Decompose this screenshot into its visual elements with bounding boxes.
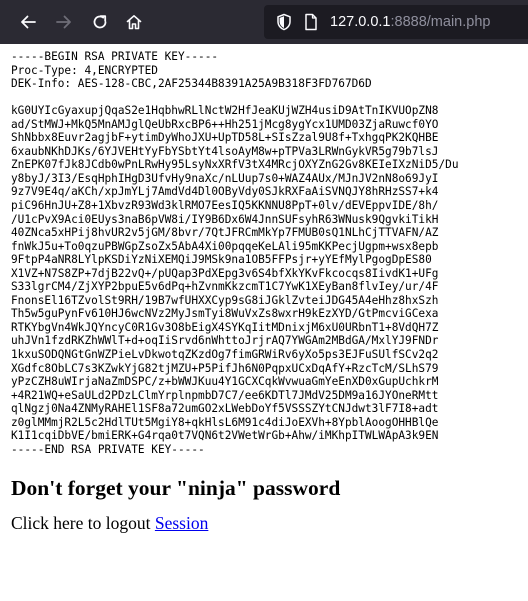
- key-body-line: piC96HnJU+Z8+1XbvzR93Wd3klRMO7EesIQ5KKNN…: [11, 199, 439, 213]
- key-body-line: +4R21WQ+eSaULd2PDzLClmYrplnpmbD7C7/ee6KD…: [11, 388, 439, 402]
- key-body-line: y8byJ/3I3/EsqHphIHgD3UfvHy9naXc/nLUup7s0…: [11, 171, 439, 185]
- key-body-line: 9z7V9E4q/aKCh/xpJmYLj7AmdVd4Dl0OByVdy0SJ…: [11, 185, 439, 199]
- page-content: -----BEGIN RSA PRIVATE KEY----- Proc-Typ…: [11, 50, 523, 534]
- browser-toolbar: 127.0.0.1:8888/main.php: [0, 0, 528, 44]
- back-button[interactable]: [17, 11, 39, 33]
- url-text[interactable]: 127.0.0.1:8888/main.php: [330, 13, 490, 31]
- url-bar[interactable]: 127.0.0.1:8888/main.php: [264, 5, 528, 39]
- key-body-line: /U1cPvX9Aci0EUys3naB6pVW8i/IY9B6Dx6W4Jnn…: [11, 212, 439, 226]
- key-body-line: FnonsEl16TZvolSt9RH/19B7wfUHXXCyp9sG8iJG…: [11, 293, 439, 307]
- key-header-line: -----BEGIN RSA PRIVATE KEY-----: [11, 50, 219, 63]
- key-header-line: Proc-Type: 4,ENCRYPTED: [11, 63, 158, 77]
- url-path: :8888/main.php: [390, 14, 491, 30]
- key-body-line: S33lgrCM4/ZjXYP2bpuE5v6dPq+hZvnmKkzcmT1C…: [11, 280, 439, 294]
- page-info-icon[interactable]: [304, 13, 318, 31]
- logout-line: Click here to logout Session: [11, 512, 523, 534]
- key-body-line: 9FtpP4aNR8LYlpKSDiYzNiXEMQiJ9MSk9na1OB5F…: [11, 253, 432, 267]
- password-reminder-heading: Don't forget your "ninja" password: [11, 476, 341, 501]
- key-body-line: 40ZNca5xHPij8hvUR2v5jGM/8bvr/7QtJFRCmMkY…: [11, 226, 439, 240]
- key-body-line: kG0UYIcGyaxupjQqaS2e1HqbhwRLlNctW2HfJeaK…: [11, 104, 439, 118]
- forward-button[interactable]: [53, 11, 75, 33]
- reload-button[interactable]: [89, 11, 111, 33]
- arrow-right-icon: [56, 15, 71, 29]
- home-icon: [126, 15, 142, 30]
- key-body-line: ad/StMWJ+MkQ5MnAMJglQeUbRxcBP6++Hh251jMc…: [11, 117, 439, 131]
- arrow-left-icon: [21, 15, 36, 29]
- key-body-line: K1I1cqiDbVE/bmiERK+G4rqa0t7VQN6t2VWetWrG…: [11, 429, 439, 443]
- key-body-line: X1VZ+N7S8ZP+7djB22vQ+/pUQap3PdXEpg3v6S4b…: [11, 266, 439, 280]
- key-body-line: RTKYbgVn4WkJQYncyC0R1Gv3O8bEigX4SYKqIitM…: [11, 320, 439, 334]
- key-body-line: qlNgzj0Na4ZNMyRAHEl1SF8a72umGO2xLWebDoYf…: [11, 402, 439, 416]
- key-footer-line: -----END RSA PRIVATE KEY-----: [11, 442, 205, 456]
- shield-icon[interactable]: [276, 13, 292, 31]
- key-body-line: ShNbbx8Euvr2agjbF+ytimDyWhoJXU+UpTD58L+S…: [11, 131, 439, 145]
- key-body-line: yPzCZH8uWIrjaNaZmDSPC/z+bWWJKuu4Y1GCXCqk…: [11, 375, 439, 389]
- key-body-line: 1kxuSODQNGtGnWZPieLvDkwotqZKzdOg7fimGRWi…: [11, 348, 439, 362]
- key-body-line: 6xaubNKhDJKs/6YJVEHtYyFbYSbtYt4lsoAyM8w+…: [11, 144, 439, 158]
- session-logout-link[interactable]: Session: [155, 513, 208, 533]
- key-body-line: XGdfc8ObLC7s3KZwkYjG82tjMZU+P5PifJh6N0Pq…: [11, 361, 439, 375]
- key-body-line: uhJVn1fzdRKZhWWlT+d+oqIiSrvd6nWhttoJrjrA…: [11, 334, 439, 348]
- key-body-line: fnWkJ5u+To0qzuPBWGpZsoZx5AbA4Xi00pqqeKeL…: [11, 239, 439, 253]
- logout-prompt-text: Click here to logout: [11, 513, 155, 534]
- home-button[interactable]: [123, 11, 145, 33]
- url-host: 127.0.0.1: [330, 14, 391, 30]
- rsa-private-key-block: -----BEGIN RSA PRIVATE KEY----- Proc-Typ…: [11, 50, 523, 456]
- key-body-line: Th5w5guPynFv610HJ6wcNVz2MyJsmTyi8WuVxZs8…: [11, 307, 439, 321]
- key-body-line: ZnEPK07fJk8JCdb0wPnLRwHy95LsyNxXRfV3tX4M…: [11, 158, 459, 172]
- key-header-line: DEK-Info: AES-128-CBC,2AF25344B8391A25A9…: [11, 77, 372, 91]
- reload-icon: [93, 15, 107, 29]
- key-body-line: z0glMMmjR2L5c2HdlTUt5MgiY8+qkHlsL6M91c4d…: [11, 415, 439, 429]
